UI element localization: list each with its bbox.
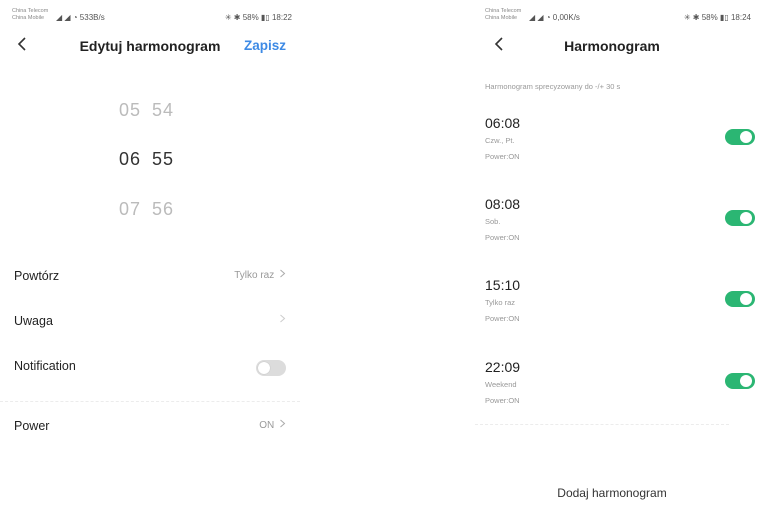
chevron-right-icon: [280, 314, 286, 323]
picker-hour-selected[interactable]: 06: [119, 149, 141, 170]
toggle-knob: [740, 212, 752, 224]
schedule-power: Power:ON: [485, 314, 520, 323]
notification-label: Notification: [14, 359, 76, 373]
signal-indicators: ◢ ◢ ◔ 533B/s: [56, 13, 105, 22]
status-right: ✳ ✱ 58% ▮▯ 18:24: [683, 13, 751, 22]
divider: [475, 424, 729, 425]
carrier-line-2: China Mobile: [12, 15, 45, 21]
power-value: ON: [259, 419, 286, 431]
schedule-time: 08:08: [485, 196, 521, 212]
page-title: Harmonogram: [564, 38, 660, 54]
schedule-power: Power:ON: [485, 233, 520, 242]
toggle-knob: [740, 293, 752, 305]
top-bar: Edytuj harmonogram Zapisz: [0, 32, 300, 62]
notification-toggle[interactable]: [256, 360, 286, 376]
picker-hour[interactable]: 07: [119, 199, 141, 220]
picker-minute[interactable]: 56: [152, 199, 174, 220]
carrier-names: China Telecom China Mobile: [12, 8, 52, 22]
schedule-toggle[interactable]: [725, 373, 755, 389]
schedule-toggle[interactable]: [725, 129, 755, 145]
toggle-knob: [258, 362, 270, 374]
save-button[interactable]: Zapisz: [244, 38, 286, 53]
schedule-time: 15:10: [485, 277, 521, 293]
top-bar: Harmonogram: [465, 32, 759, 62]
notification-row: Notification: [14, 353, 286, 383]
signal-indicators: ◢ ◢ ◔ 0,00K/s: [529, 13, 580, 22]
schedule-item[interactable]: 08:08 Sob. Power:ON: [485, 196, 759, 276]
schedule-days: Czw., Pt.: [485, 136, 515, 145]
note-value: [279, 314, 286, 326]
repeat-row[interactable]: Powtórz Tylko raz: [14, 263, 286, 293]
accuracy-note: Harmonogram sprecyzowany do -/+ 30 s: [485, 82, 621, 91]
status-bar: China Telecom China Mobile ◢ ◢ ◔ 0,00K/s…: [485, 6, 751, 32]
edit-schedule-screen: China Telecom China Mobile ◢ ◢ ◔ 533B/s …: [0, 0, 300, 514]
status-bar: China Telecom China Mobile ◢ ◢ ◔ 533B/s …: [12, 6, 292, 32]
schedule-list-screen: China Telecom China Mobile ◢ ◢ ◔ 0,00K/s…: [465, 0, 759, 514]
schedule-toggle[interactable]: [725, 210, 755, 226]
carrier-line-1: China Telecom: [12, 8, 49, 14]
schedule-days: Tylko raz: [485, 298, 516, 307]
carrier-names: China Telecom China Mobile: [485, 8, 525, 22]
schedule-power: Power:ON: [485, 396, 520, 405]
schedule-days: Sob.: [485, 217, 501, 226]
chevron-right-icon: [280, 269, 286, 278]
power-label: Power: [14, 419, 50, 433]
picker-minute-selected[interactable]: 55: [152, 149, 174, 170]
schedule-power: Power:ON: [485, 152, 520, 161]
schedule-item[interactable]: 06:08 Czw., Pt. Power:ON: [485, 115, 759, 195]
carrier-line-2: China Mobile: [485, 15, 518, 21]
picker-hour[interactable]: 05: [119, 100, 141, 121]
note-label: Uwaga: [14, 314, 53, 328]
chevron-right-icon: [280, 419, 286, 428]
power-value-text: ON: [259, 420, 275, 431]
schedule-time: 06:08: [485, 115, 521, 131]
status-right: ✳ ✱ 58% ▮▯ 18:22: [224, 13, 292, 22]
picker-minute[interactable]: 54: [152, 100, 174, 121]
repeat-value-text: Tylko raz: [234, 270, 275, 281]
repeat-value: Tylko raz: [234, 269, 286, 281]
power-row[interactable]: Power ON: [14, 413, 286, 443]
schedule-toggle[interactable]: [725, 291, 755, 307]
repeat-label: Powtórz: [14, 269, 60, 283]
note-row[interactable]: Uwaga: [14, 308, 286, 338]
toggle-knob: [740, 375, 752, 387]
add-schedule-button[interactable]: Dodaj harmonogram: [465, 486, 759, 500]
carrier-line-1: China Telecom: [485, 8, 522, 14]
toggle-knob: [740, 131, 752, 143]
divider: [0, 401, 300, 402]
schedule-days: Weekend: [485, 380, 517, 389]
schedule-item[interactable]: 22:09 Weekend Power:ON: [485, 359, 759, 439]
schedule-time: 22:09: [485, 359, 521, 375]
schedule-item[interactable]: 15:10 Tylko raz Power:ON: [485, 277, 759, 357]
